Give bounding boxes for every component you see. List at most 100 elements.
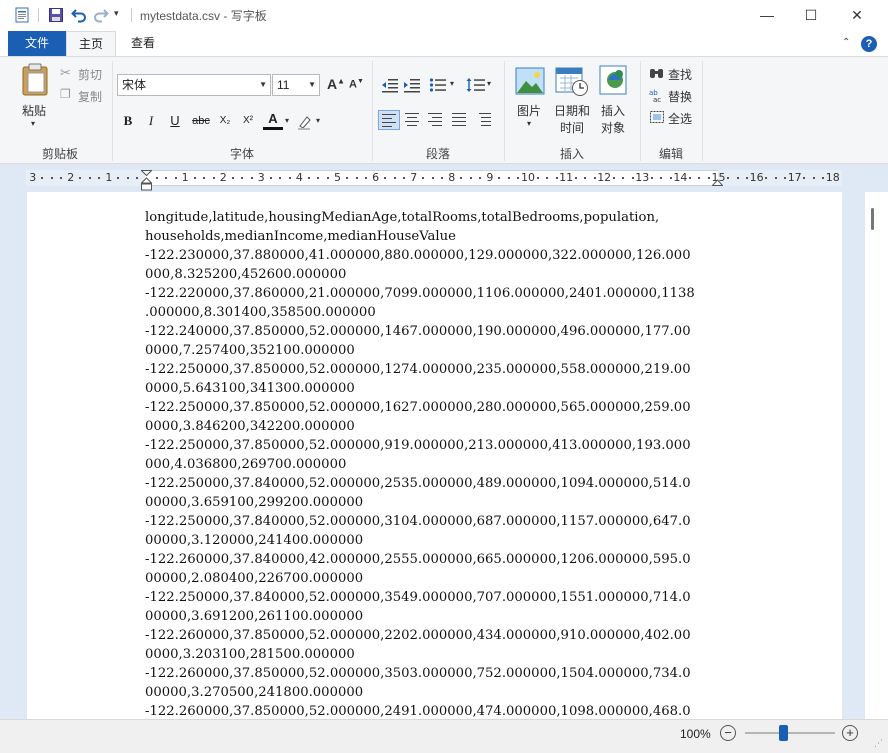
paragraph-settings-button[interactable] [474,110,496,130]
font-color-button[interactable]: A [263,111,283,130]
help-icon[interactable]: ? [861,36,877,52]
insert-object-button-line2[interactable]: 对象 [601,119,625,136]
paste-icon[interactable] [20,63,50,97]
maximize-button[interactable]: ☐ [788,0,834,31]
right-indent-marker-icon[interactable] [712,177,723,186]
ruler-tick [431,177,434,179]
picture-button[interactable]: 图片 [517,102,541,119]
strikethrough-button[interactable]: abc [188,111,214,131]
zoom-in-button[interactable]: + [842,725,858,741]
align-right-button[interactable] [425,110,447,130]
ruler-number: 2 [219,171,227,184]
tab-file[interactable]: 文件 [8,31,66,56]
indent-marker-icon[interactable] [141,170,152,192]
document-line: households,medianIncome,medianHouseValue [145,229,456,244]
ruler-number: 3 [29,171,37,184]
document-line: -122.260000,37.840000,42.000000,2555.000… [145,552,691,567]
align-left-button[interactable] [378,110,400,130]
document-line: -122.250000,37.850000,52.000000,1274.000… [145,362,691,377]
ruler-tick [822,177,825,179]
cut-button[interactable]: 剪切 [78,66,102,83]
document-line: .000000,8.301400,358500.000000 [145,305,376,320]
grow-font-icon[interactable]: A▲ [327,76,345,92]
superscript-button[interactable]: X² [238,111,258,131]
ruler-tick [517,177,520,179]
document-line: -122.220000,37.860000,21.000000,7099.000… [145,286,695,301]
paste-button[interactable]: 粘贴 [22,102,46,119]
undo-icon[interactable] [71,7,87,23]
wordpad-app-icon[interactable] [14,7,30,23]
collapse-ribbon-icon[interactable]: ⌃ [842,37,850,48]
resize-grip-icon[interactable]: ⋰ [874,738,883,749]
group-separator [372,61,373,161]
insert-object-icon[interactable] [599,65,629,97]
select-all-button[interactable]: 全选 [668,110,692,127]
document-text[interactable]: longitude,latitude,housingMedianAge,tota… [145,208,725,719]
close-button[interactable]: ✕ [834,0,880,31]
picture-icon[interactable] [515,67,545,95]
ruler-tick [241,177,244,179]
ruler-tick [574,177,577,179]
ruler-tick [50,177,53,179]
date-time-button[interactable]: 日期和 [554,102,590,119]
underline-button[interactable]: U [165,111,185,131]
title-bar: ▾ mytestdata.csv - 写字板 — ☐ ✕ [0,0,888,31]
copy-button[interactable]: 复制 [78,88,102,105]
minimize-button[interactable]: — [744,0,790,31]
tab-view[interactable]: 查看 [120,31,166,56]
shrink-font-icon[interactable]: A▼ [349,78,364,91]
align-center-button[interactable] [402,110,424,130]
insert-object-button[interactable]: 插入 [601,102,625,119]
qat-customize-icon[interactable]: ▾ [114,8,119,19]
highlight-icon[interactable] [296,113,314,131]
line-spacing-icon[interactable] [466,77,486,93]
bullet-list-dropdown-icon[interactable]: ▾ [450,79,454,88]
ruler-tick [288,177,291,179]
document-line: -122.230000,37.880000,41.000000,880.0000… [145,248,691,263]
font-name-combo[interactable]: 宋体 ▼ [117,74,271,96]
zoom-out-button[interactable]: − [720,725,736,741]
ruler-tick [88,177,91,179]
italic-button[interactable]: I [141,111,161,131]
zoom-slider[interactable] [745,732,835,734]
date-time-button-line2[interactable]: 时间 [560,119,584,136]
redo-icon[interactable] [93,7,109,23]
ruler-tick [60,177,63,179]
ruler-number: 11 [559,171,574,184]
tab-home[interactable]: 主页 [66,31,116,56]
ruler-tick [774,177,777,179]
ruler-tick [203,177,206,179]
justify-button[interactable] [449,110,471,130]
picture-dropdown-icon[interactable]: ▾ [527,119,531,128]
ruler-tick [631,177,634,179]
ruler-number: 13 [635,171,650,184]
zoom-slider-thumb[interactable] [779,725,789,741]
save-icon[interactable] [48,7,64,23]
vertical-scrollbar[interactable] [865,192,888,719]
paste-dropdown-icon[interactable]: ▾ [31,119,35,128]
bullet-list-icon[interactable] [429,77,447,93]
font-size-combo[interactable]: 11 ▼ [272,74,320,96]
vertical-scrollbar-thumb[interactable] [871,208,874,230]
date-time-icon[interactable] [555,65,589,97]
find-button[interactable]: 查找 [668,66,692,83]
bold-button[interactable]: B [118,111,138,131]
qat-separator [38,8,39,22]
increase-indent-icon[interactable] [403,77,421,93]
ruler-tick [41,177,44,179]
group-separator [702,61,703,161]
subscript-button[interactable]: X₂ [215,111,235,131]
line-spacing-dropdown-icon[interactable]: ▾ [487,79,491,88]
ruler-tick [355,177,358,179]
decrease-indent-icon[interactable] [381,77,399,93]
font-name-dropdown-icon[interactable]: ▼ [259,75,267,95]
highlight-dropdown-icon[interactable]: ▾ [316,116,320,125]
ruler-tick [584,177,587,179]
replace-button[interactable]: 替换 [668,88,692,105]
document-line: 00000,3.270500,241800.000000 [145,685,364,700]
document-line: 0000,3.846200,342200.000000 [145,419,355,434]
font-size-dropdown-icon[interactable]: ▼ [308,75,316,95]
ruler-tick [193,177,196,179]
font-color-dropdown-icon[interactable]: ▾ [285,116,289,125]
document-page[interactable]: longitude,latitude,housingMedianAge,tota… [27,192,842,719]
